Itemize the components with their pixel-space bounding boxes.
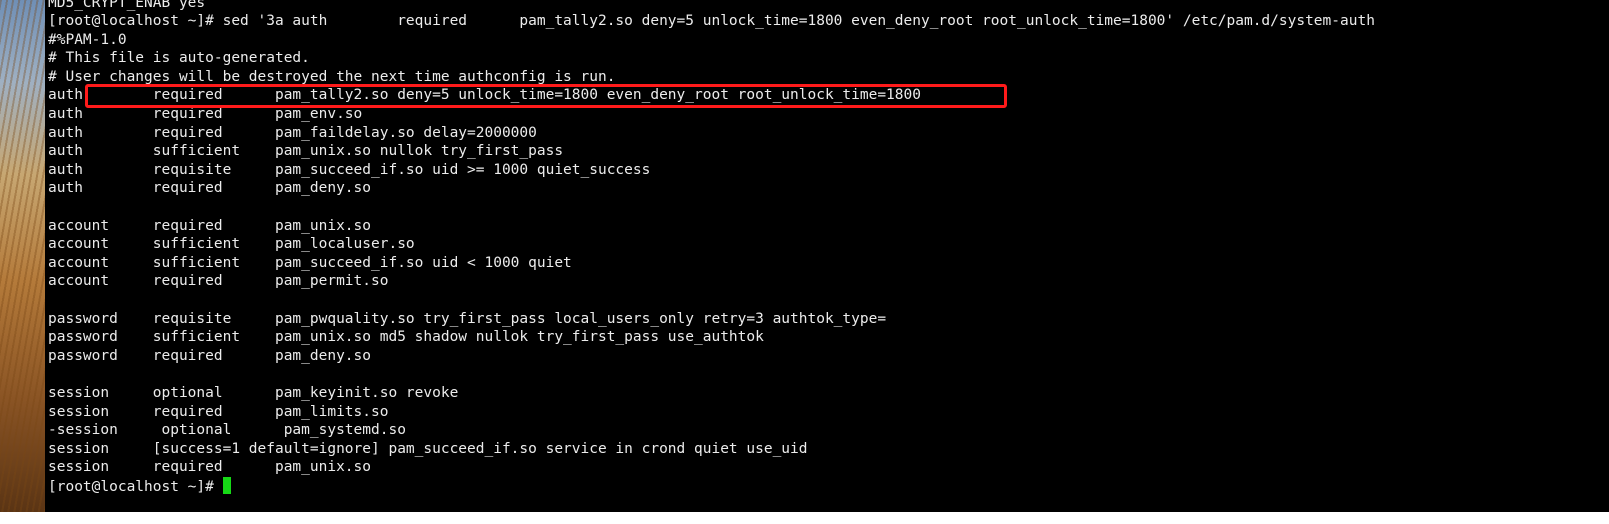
terminal-line: session [success=1 default=ignore] pam_s… [48,440,808,457]
desktop-wallpaper [0,0,45,512]
terminal-output: MD5_CRYPT_ENAB yes [root@localhost ~]# s… [48,0,1375,496]
terminal-line: account required pam_permit.so [48,273,389,290]
terminal-line: session required pam_unix.so [48,459,372,476]
terminal-line: account required pam_unix.so [48,217,372,234]
terminal-line: password sufficient pam_unix.so md5 shad… [48,329,764,346]
bottom-margin [0,512,1609,524]
terminal-line: #%PAM-1.0 [48,31,127,48]
terminal-line: session optional pam_keyinit.so revoke [48,384,459,401]
terminal-line: password requisite pam_pwquality.so try_… [48,310,887,327]
terminal-line: auth requisite pam_succeed_if.so uid >= … [48,161,651,178]
terminal-line: auth required pam_faildelay.so delay=200… [48,124,537,141]
text-cursor [222,476,231,494]
terminal-window[interactable]: MD5_CRYPT_ENAB yes [root@localhost ~]# s… [45,0,1609,512]
terminal-line: auth required pam_deny.so [48,180,372,197]
terminal-prompt-line[interactable]: [root@localhost ~]# [48,476,1375,496]
terminal-line: account sufficient pam_succeed_if.so uid… [48,254,572,271]
shell-prompt: [root@localhost ~]# [48,478,223,495]
terminal-line: session required pam_limits.so [48,403,389,420]
terminal-command-line: [root@localhost ~]# sed '3a auth require… [48,13,1375,30]
screen: MD5_CRYPT_ENAB yes [root@localhost ~]# s… [0,0,1609,524]
terminal-line: auth sufficient pam_unix.so nullok try_f… [48,143,564,160]
terminal-line: password required pam_deny.so [48,347,372,364]
highlight-annotation-box [85,84,1007,108]
terminal-line: # This file is auto-generated. [48,50,310,67]
terminal-line: -session optional pam_systemd.so [48,422,406,439]
terminal-line: account sufficient pam_localuser.so [48,236,415,253]
terminal-line: MD5_CRYPT_ENAB yes [48,0,206,11]
